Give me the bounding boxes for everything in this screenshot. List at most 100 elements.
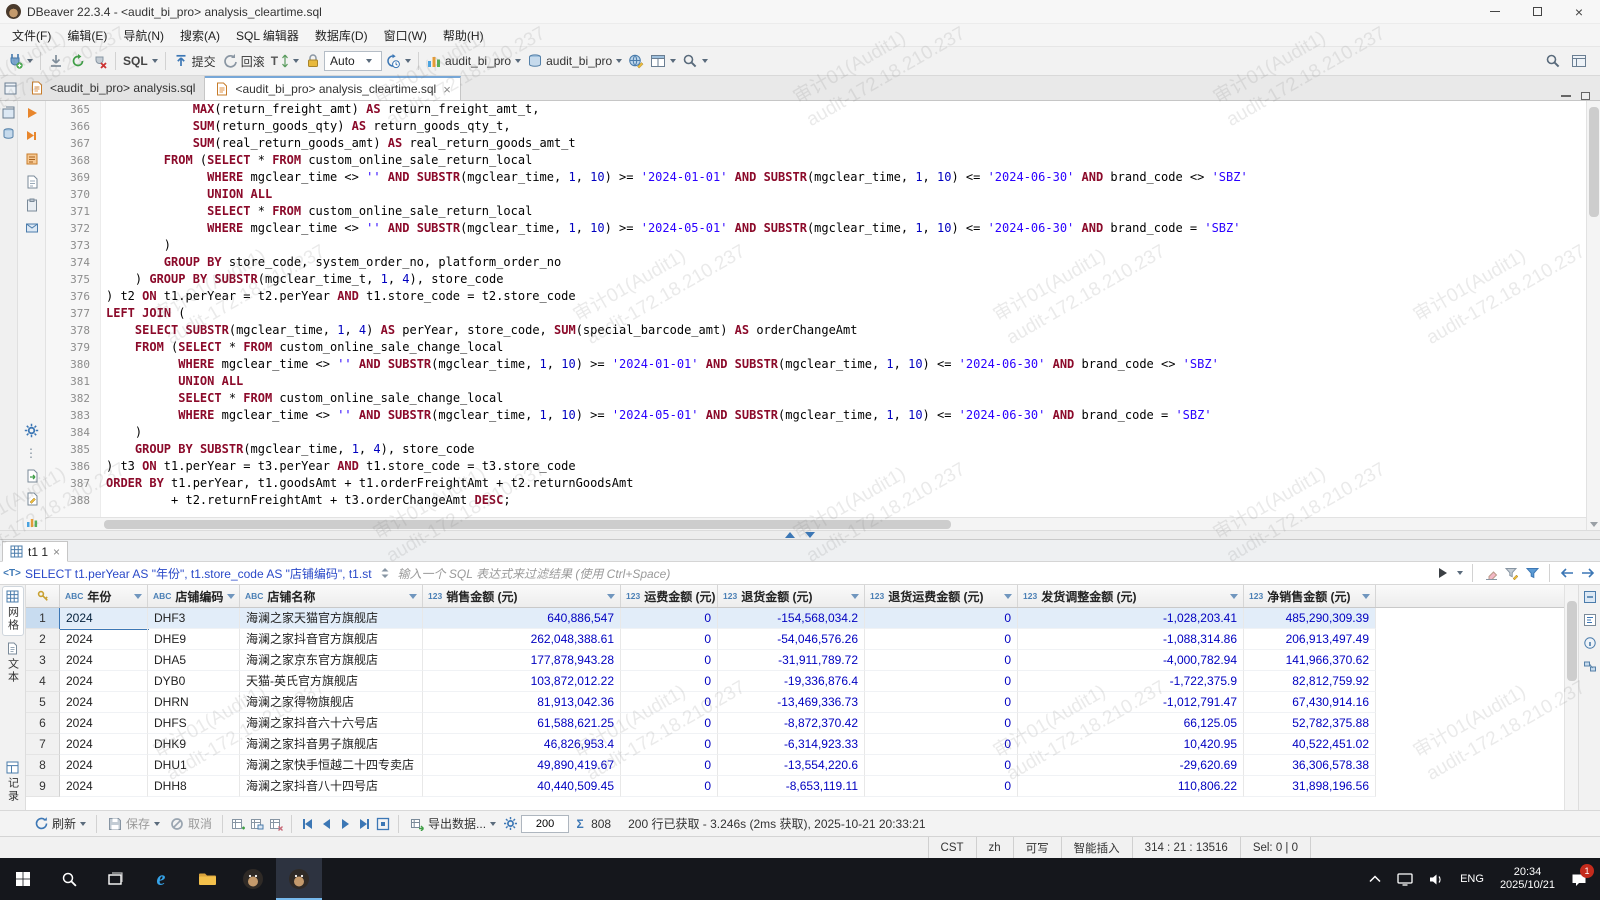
menu-item-8[interactable]: 帮助(H) — [435, 24, 492, 47]
active-schema-selector[interactable]: audit_bi_pro — [524, 49, 625, 73]
quick-search-button[interactable] — [1542, 49, 1564, 73]
grid-cell[interactable]: 0 — [865, 608, 1018, 629]
scrollbar-thumb[interactable] — [1567, 601, 1577, 681]
column-header-2[interactable]: ABC店铺编码 — [148, 585, 240, 607]
tray-expand-button[interactable] — [1362, 858, 1388, 900]
active-catalog-selector[interactable]: audit_bi_pro — [423, 49, 524, 73]
previous-page-button[interactable] — [318, 816, 334, 832]
grid-cell[interactable]: -1,028,203.41 — [1018, 608, 1244, 629]
code-line[interactable]: SELECT SUBSTR(mgclear_time, 1, 4) AS per… — [100, 322, 857, 339]
row-number[interactable]: 9 — [26, 776, 60, 797]
grid-cell[interactable]: -13,469,336.73 — [718, 692, 865, 713]
edit-log-button[interactable] — [24, 491, 40, 507]
dbeaver-taskbar-button-2[interactable] — [276, 858, 322, 900]
language-indicator[interactable]: zh — [976, 837, 1013, 858]
grid-cell[interactable]: 0 — [621, 692, 718, 713]
grid-cell[interactable]: 海澜之家得物旗舰店 — [240, 692, 423, 713]
grid-cell[interactable]: 海澜之家抖音官方旗舰店 — [240, 629, 423, 650]
menu-item-3[interactable]: 导航(N) — [115, 24, 172, 47]
grid-cell[interactable]: 0 — [865, 650, 1018, 671]
column-header-5[interactable]: 123运费金额 (元) — [621, 585, 718, 607]
duplicate-row-button[interactable] — [249, 816, 265, 832]
grid-cell[interactable]: 0 — [865, 734, 1018, 755]
grid-cell[interactable]: 52,782,375.88 — [1244, 713, 1376, 734]
filter-placeholder[interactable]: 输入一个 SQL 表达式来过滤结果 (使用 Ctrl+Space) — [398, 565, 671, 582]
script-outline-button[interactable] — [24, 174, 40, 190]
database-navigator-icon[interactable] — [1, 125, 17, 141]
grid-cell[interactable]: 海澜之家快手恒越二十四专卖店 — [240, 755, 423, 776]
menu-item-7[interactable]: 窗口(W) — [376, 24, 435, 47]
code-line[interactable]: UNION ALL — [100, 186, 272, 203]
grid-cell[interactable]: 海澜之家抖音男子旗舰店 — [240, 734, 423, 755]
value-panel-button[interactable] — [1582, 589, 1598, 605]
dbeaver-taskbar-button-1[interactable] — [230, 858, 276, 900]
grid-cell[interactable]: 2024 — [60, 650, 148, 671]
result-settings-button[interactable] — [502, 816, 518, 832]
search-button[interactable] — [679, 49, 711, 73]
grid-cell[interactable]: DHK9 — [148, 734, 240, 755]
query-chart-button[interactable] — [24, 514, 40, 530]
column-header-9[interactable]: 123净销售金额 (元) — [1244, 585, 1376, 607]
maximize-editor-button[interactable] — [1581, 92, 1590, 100]
column-header-4[interactable]: 123销售金额 (元) — [423, 585, 621, 607]
row-number[interactable]: 5 — [26, 692, 60, 713]
transaction-mode-button[interactable]: T — [268, 49, 302, 73]
grid-cell[interactable]: 0 — [621, 713, 718, 734]
code-line[interactable]: WHERE mgclear_time <> '' AND SUBSTR(mgcl… — [100, 407, 1212, 424]
messages-button[interactable] — [24, 220, 40, 236]
refresh-button[interactable]: 刷新 — [30, 812, 89, 836]
grid-cell[interactable]: 0 — [865, 671, 1018, 692]
filter-expression[interactable]: SELECT t1.perYear AS "年份", t1.store_code… — [25, 565, 372, 582]
new-sql-editor-button[interactable]: SQL — [120, 49, 161, 73]
timezone-indicator[interactable]: CST — [928, 837, 976, 858]
grid-cell[interactable]: -6,314,923.33 — [718, 734, 865, 755]
grid-cell[interactable]: 0 — [865, 755, 1018, 776]
code-line[interactable]: ) t2 ON t1.perYear = t2.perYear AND t1.s… — [100, 288, 576, 305]
code-line[interactable]: ) GROUP BY SUBSTR(mgclear_time_t, 1, 4),… — [100, 271, 503, 288]
grid-cell[interactable]: 0 — [621, 608, 718, 629]
code-line[interactable]: FROM (SELECT * FROM custom_online_sale_c… — [100, 339, 503, 356]
code-line[interactable]: WHERE mgclear_time <> '' AND SUBSTR(mgcl… — [100, 169, 1248, 186]
column-header-7[interactable]: 123退货运费金额 (元) — [865, 585, 1018, 607]
last-page-button[interactable] — [356, 816, 372, 832]
grid-cell[interactable]: 0 — [621, 650, 718, 671]
insert-mode-indicator[interactable]: 智能插入 — [1061, 837, 1132, 858]
grid-cell[interactable]: 2024 — [60, 608, 148, 629]
grid-cell[interactable]: 0 — [621, 776, 718, 797]
grid-cell[interactable]: 141,966,370.62 — [1244, 650, 1376, 671]
disconnect-button[interactable] — [89, 49, 111, 73]
editor-results-splitter[interactable] — [0, 530, 1600, 540]
grid-cell[interactable]: -54,046,576.26 — [718, 629, 865, 650]
execute-script-button[interactable] — [24, 128, 40, 144]
grid-cell[interactable]: 2024 — [60, 734, 148, 755]
grid-cell[interactable]: 2024 — [60, 629, 148, 650]
column-filter-caret-icon[interactable] — [851, 594, 859, 599]
write-mode-indicator[interactable]: 可写 — [1013, 837, 1061, 858]
file-explorer-button[interactable] — [184, 858, 230, 900]
code-line[interactable]: SELECT * FROM custom_online_sale_change_… — [100, 390, 503, 407]
grid-cell[interactable]: 0 — [621, 671, 718, 692]
grid-cell[interactable]: 海澜之家京东官方旗舰店 — [240, 650, 423, 671]
grid-cell[interactable]: -1,012,791.47 — [1018, 692, 1244, 713]
grid-cell[interactable]: 0 — [865, 713, 1018, 734]
scrollbar-thumb[interactable] — [1589, 107, 1599, 217]
task-view-button[interactable] — [92, 858, 138, 900]
references-panel-button[interactable] — [1582, 658, 1598, 674]
grid-cell[interactable]: 0 — [621, 734, 718, 755]
code-line[interactable]: WHERE mgclear_time <> '' AND SUBSTR(mgcl… — [100, 220, 1240, 237]
grid-cell[interactable]: DHH8 — [148, 776, 240, 797]
grid-cell[interactable]: -1,722,375.9 — [1018, 671, 1244, 692]
grid-cell[interactable]: -1,088,314.86 — [1018, 629, 1244, 650]
row-number[interactable]: 8 — [26, 755, 60, 776]
grid-cell[interactable]: 2024 — [60, 671, 148, 692]
code-line[interactable]: ) — [100, 424, 142, 441]
grid-cell[interactable]: 2024 — [60, 776, 148, 797]
grid-cell[interactable]: 2024 — [60, 692, 148, 713]
grid-cell[interactable]: 640,886,547 — [423, 608, 621, 629]
grid-cell[interactable]: 49,890,419.67 — [423, 755, 621, 776]
menu-item-4[interactable]: 搜索(A) — [172, 24, 228, 47]
record-view-toggle[interactable]: 记录 — [3, 758, 23, 806]
perspective-button[interactable] — [1568, 49, 1590, 73]
grid-cell[interactable]: -13,554,220.6 — [718, 755, 865, 776]
grid-cell[interactable]: -29,620.69 — [1018, 755, 1244, 776]
